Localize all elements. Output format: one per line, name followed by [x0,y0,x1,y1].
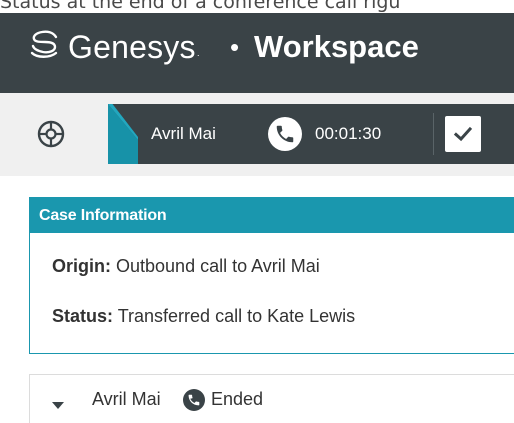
checkmark-icon [453,126,473,142]
title-separator: • [230,32,240,62]
caret-down-icon[interactable] [52,397,64,415]
case-information-title: Case Information [30,198,514,233]
party-name: Avril Mai [92,389,161,409]
call-interaction-tab[interactable]: Avril Mai 00:01:30 [108,104,514,164]
trademark-mark: · [196,50,200,60]
call-timer: 00:01:30 [315,124,382,143]
case-origin-row: Origin: Outbound call to Avril Mai [52,256,320,277]
tab-divider [433,113,434,155]
brand-name: Genesys· [68,29,200,65]
phone-icon[interactable] [268,117,302,151]
status-label: Status: [52,306,114,326]
call-status-text: Ended [211,389,264,409]
origin-value: Outbound call to Avril Mai [116,256,320,276]
product-name: Workspace [254,29,419,64]
done-button[interactable] [445,116,481,152]
interaction-bar: Avril Mai 00:01:30 [0,93,514,176]
origin-label: Origin: [52,256,111,276]
support-menu-icon[interactable] [36,119,66,149]
call-status-phone-icon [183,389,205,416]
figure-caption: Status at the end of a conference call r… [0,0,401,13]
case-status-row: Status: Transferred call to Kate Lewis [52,306,355,327]
genesys-logo-icon [28,28,60,60]
status-value: Transferred call to Kate Lewis [117,306,356,326]
case-information-panel: Case Information Origin: Outbound call t… [29,197,514,354]
tab-contact-name: Avril Mai [151,124,216,143]
app-header: Genesys· • Workspace [0,13,514,93]
interaction-party-row[interactable]: Avril Mai Ended [29,374,514,423]
